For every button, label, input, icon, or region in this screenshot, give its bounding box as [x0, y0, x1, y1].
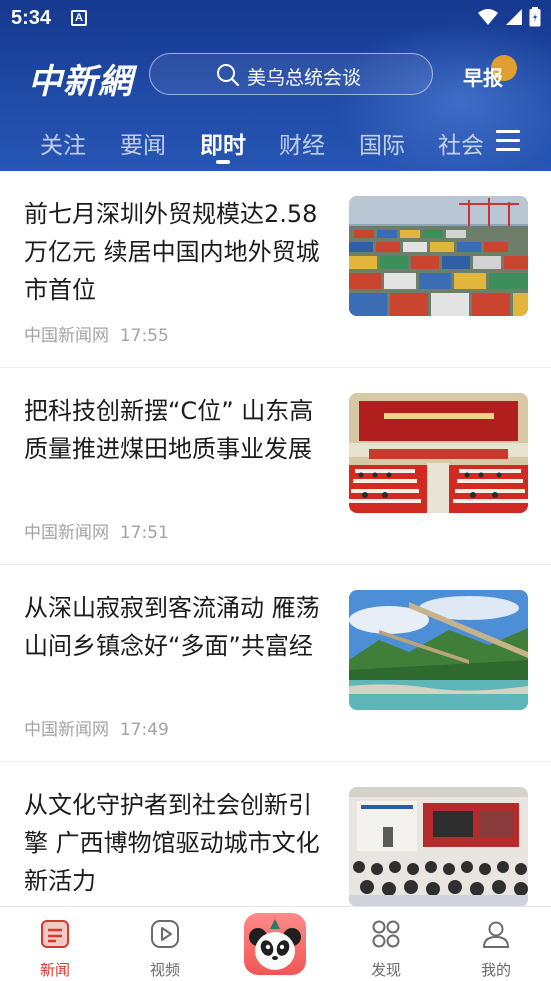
status-bar: 5:34 A: [0, 0, 551, 38]
active-tab-indicator: [216, 160, 230, 164]
search-placeholder: 美乌总统会谈: [247, 67, 362, 89]
news-icon: [41, 920, 69, 948]
discover-grid-icon: [372, 920, 400, 948]
tab-caijing[interactable]: 财经: [279, 126, 325, 160]
status-icons: [477, 7, 541, 27]
status-time: 5:34: [11, 7, 52, 29]
nav-discover[interactable]: 发现: [341, 907, 431, 981]
signal-icon: [506, 9, 522, 25]
notification-icon: A: [71, 10, 87, 26]
news-item[interactable]: 把科技创新摆“C位” 山东高质量推进煤田地质事业发展 中国新闻网 17:51: [0, 368, 551, 565]
news-thumbnail-conference: [349, 393, 528, 513]
profile-icon: [483, 921, 509, 948]
nav-label: 新闻: [39, 961, 70, 979]
news-time: 17:55: [119, 326, 169, 346]
battery-icon: [529, 7, 541, 27]
news-meta: 中国新闻网 17:51: [24, 518, 169, 543]
nav-video[interactable]: 视频: [120, 907, 210, 981]
nav-label: 发现: [370, 961, 401, 979]
nav-label: 我的: [480, 961, 511, 979]
news-meta: 中国新闻网 17:49: [24, 715, 169, 740]
news-item[interactable]: 从深山寂寂到客流涌动 雁荡山间乡镇念好“多面”共富经 中国新闻网 17:49: [0, 565, 551, 762]
video-play-icon: [151, 920, 179, 948]
nav-label: 视频: [149, 961, 180, 979]
nav-news[interactable]: 新闻: [10, 907, 100, 981]
news-source: 中国新闻网: [24, 720, 109, 740]
tab-guanzhu[interactable]: 关注: [40, 126, 86, 160]
tab-yaowen[interactable]: 要闻: [120, 126, 166, 160]
bottom-nav: 新闻 视频 发现 我的: [0, 906, 551, 981]
news-item[interactable]: 前七月深圳外贸规模达2.58万亿元 续居中国内地外贸城市首位 中国新闻网 17:…: [0, 171, 551, 368]
channel-tabs: 关注 要闻 即时 财经 国际 社会: [0, 120, 551, 170]
news-source: 中国新闻网: [24, 523, 109, 543]
news-feed: 前七月深圳外贸规模达2.58万亿元 续居中国内地外贸城市首位 中国新闻网 17:…: [0, 171, 551, 959]
news-thumbnail-port: [349, 196, 528, 316]
news-title: 从文化守护者到社会创新引擎 广西博物馆驱动城市文化新活力: [24, 791, 320, 895]
news-meta: 中国新闻网 17:55: [24, 321, 169, 346]
wifi-icon: [478, 9, 498, 25]
app-header: 5:34 A 中新網 美乌总统会谈 早报 关注 要闻 即时 财经 国际 社会: [0, 0, 551, 171]
app-logo: 中新網: [28, 62, 133, 102]
search-icon: [217, 64, 240, 87]
news-title: 把科技创新摆“C位” 山东高质量推进煤田地质事业发展: [24, 397, 314, 463]
news-source: 中国新闻网: [24, 326, 109, 346]
tab-shehui[interactable]: 社会: [438, 126, 484, 160]
channel-menu-icon[interactable]: [496, 130, 520, 152]
search-bar[interactable]: 美乌总统会谈: [149, 53, 433, 95]
news-title: 从深山寂寂到客流涌动 雁荡山间乡镇念好“多面”共富经: [24, 594, 320, 660]
news-time: 17:49: [119, 720, 169, 740]
panda-mascot-icon: [249, 919, 301, 970]
nav-profile[interactable]: 我的: [451, 907, 541, 981]
tab-jishi[interactable]: 即时: [200, 126, 246, 160]
panda-mascot-button[interactable]: [244, 913, 306, 975]
news-thumbnail-forum: [349, 787, 528, 907]
tab-guoji[interactable]: 国际: [359, 126, 405, 160]
news-thumbnail-mountain: [349, 590, 528, 710]
news-time: 17:51: [119, 523, 169, 543]
zaobao-button[interactable]: 早报: [463, 62, 503, 91]
news-title: 前七月深圳外贸规模达2.58万亿元 续居中国内地外贸城市首位: [24, 200, 320, 304]
